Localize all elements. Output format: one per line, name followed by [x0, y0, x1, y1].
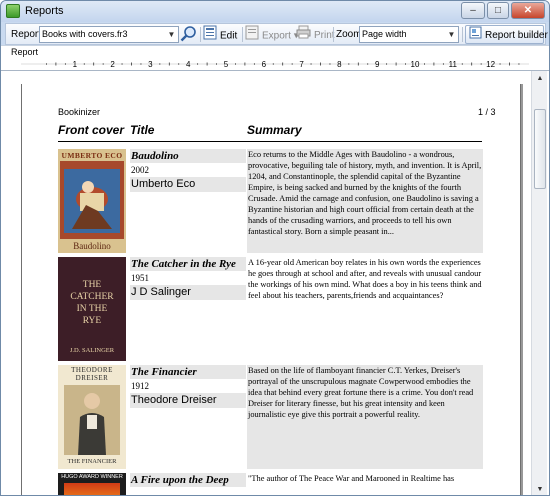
report-builder-icon [469, 26, 482, 45]
ruler-number: 10 [411, 60, 420, 69]
export-label: Export [262, 30, 291, 42]
report-preview: Bookinizer 1 / 3 Front cover Title Summa… [1, 70, 549, 495]
book-summary: Eco returns to the Middle Ages with Baud… [247, 149, 483, 253]
report-label: Report [11, 29, 42, 40]
cover-title-line: IN THE [76, 304, 108, 314]
column-header-title: Title [130, 123, 155, 137]
book-title: The Catcher in the Rye [130, 257, 246, 271]
ruler-number: 1 [73, 60, 78, 69]
book-record: UMBERTO ECO Baudolino Baudolino 2002 Umb… [58, 149, 483, 253]
edit-icon [203, 25, 217, 47]
column-header-cover: Front cover [58, 123, 125, 137]
window-title: Reports [25, 5, 64, 17]
reports-window: Reports – □ ✕ Report Books with covers.f… [0, 0, 550, 496]
ruler-number: 9 [375, 60, 380, 69]
book-year: 1912 [131, 381, 149, 391]
edit-button[interactable]: Edit [203, 25, 241, 44]
ruler-caption: Report [11, 47, 39, 57]
ruler-number: 3 [148, 60, 153, 69]
cover-badge-text: HUGO AWARD WINNER [61, 474, 123, 480]
report-select[interactable]: Books with covers.fr3 ▼ [39, 26, 179, 43]
magnifier-icon [180, 26, 196, 42]
ruler-number: 5 [224, 60, 229, 69]
book-summary: "The author of The Peace War and Maroone… [248, 474, 455, 483]
book-cover-image: UMBERTO ECO Baudolino [58, 149, 126, 253]
book-year: 1951 [131, 273, 149, 283]
report-toolbar: Report Books with covers.fr3 ▼ Edit Expo… [5, 23, 548, 47]
toolbar-separator [333, 27, 334, 42]
cover-title-text: THE CATCHER IN THE RYE [58, 279, 126, 327]
book-title: A Fire upon the Deep [130, 473, 246, 487]
book-title: The Financier [130, 365, 246, 379]
book-year: 2002 [131, 165, 149, 175]
book-author: J D Salinger [130, 285, 246, 300]
header-divider [58, 141, 482, 142]
cover-title-text: THE FINANCIER [67, 458, 117, 465]
scroll-up-icon[interactable]: ▲ [533, 71, 547, 87]
report-header-text: Bookinizer [58, 107, 101, 117]
zoom-label: Zoom [336, 29, 362, 40]
vertical-scrollbar[interactable]: ▲ ▼ [531, 71, 547, 495]
column-header-summary: Summary [247, 123, 302, 137]
book-title: Baudolino [130, 149, 246, 163]
toolbar-separator [242, 27, 243, 42]
cover-illustration [64, 385, 120, 455]
horizontal-ruler[interactable]: 1 2 3 4 5 6 7 8 9 10 11 12 [1, 58, 549, 70]
app-icon [6, 4, 20, 18]
export-button[interactable]: Export ▾ [245, 25, 299, 47]
zoom-select-value: Page width [362, 29, 407, 39]
cover-title-line: CATCHER [70, 292, 114, 302]
toolbar-separator [200, 27, 201, 42]
page-indicator: 1 / 3 [478, 107, 496, 117]
print-label: Print [314, 30, 335, 42]
export-icon [245, 25, 259, 47]
report-builder-button[interactable]: Report builder [465, 25, 548, 45]
printer-icon [296, 25, 311, 46]
scrollbar-thumb[interactable] [534, 109, 546, 189]
report-page: Bookinizer 1 / 3 Front cover Title Summa… [21, 84, 521, 495]
cover-author-text: J.D. SALINGER [69, 347, 115, 354]
minimize-button[interactable]: – [461, 2, 485, 19]
cover-art [64, 483, 120, 495]
ruler-number: 6 [262, 60, 267, 69]
chevron-down-icon: ▼ [167, 30, 176, 39]
title-bar[interactable]: Reports – □ ✕ [1, 1, 549, 22]
search-button[interactable] [180, 25, 198, 44]
book-cover-image: THEODORE DREISER THE FINANCIER [58, 365, 126, 469]
edit-label: Edit [220, 30, 238, 42]
report-select-value: Books with covers.fr3 [42, 29, 128, 39]
close-button[interactable]: ✕ [511, 2, 545, 19]
book-summary: A 16-year old American boy relates in hi… [248, 258, 482, 300]
cover-author-text: UMBERTO ECO [61, 151, 123, 160]
report-builder-label: Report builder [485, 30, 548, 42]
toolbar-separator [462, 27, 463, 42]
book-cover-image: HUGO AWARD WINNER [58, 473, 126, 495]
book-record: THEODORE DREISER THE FINANCIER The Finan… [58, 365, 483, 469]
ruler-number: 2 [110, 60, 115, 69]
print-button[interactable]: Print [296, 25, 335, 46]
ruler-number: 8 [337, 60, 342, 69]
book-record: THE CATCHER IN THE RYE J.D. SALINGER The… [58, 257, 482, 361]
cover-title-line: RYE [82, 316, 102, 326]
book-author: Theodore Dreiser [130, 393, 246, 408]
book-record: HUGO AWARD WINNER A Fire upon the Deep "… [58, 473, 482, 495]
book-summary: Based on the life of flamboyant financie… [247, 365, 483, 469]
chevron-down-icon: ▼ [447, 30, 456, 39]
ruler-panel: Report 1 2 3 4 5 6 7 8 9 10 11 12 [1, 45, 549, 70]
ruler-number: 4 [186, 60, 191, 69]
scroll-down-icon[interactable]: ▼ [533, 482, 547, 495]
cover-title-line: THE [82, 280, 102, 290]
book-author: Umberto Eco [130, 177, 246, 192]
cover-title-text: Baudolino [73, 241, 111, 251]
ruler-number: 7 [299, 60, 304, 69]
ruler-number: 11 [449, 60, 458, 69]
ruler-number: 12 [486, 60, 495, 69]
zoom-select[interactable]: Page width ▼ [359, 26, 459, 43]
book-cover-image: THE CATCHER IN THE RYE J.D. SALINGER [58, 257, 126, 361]
maximize-button[interactable]: □ [487, 2, 509, 19]
